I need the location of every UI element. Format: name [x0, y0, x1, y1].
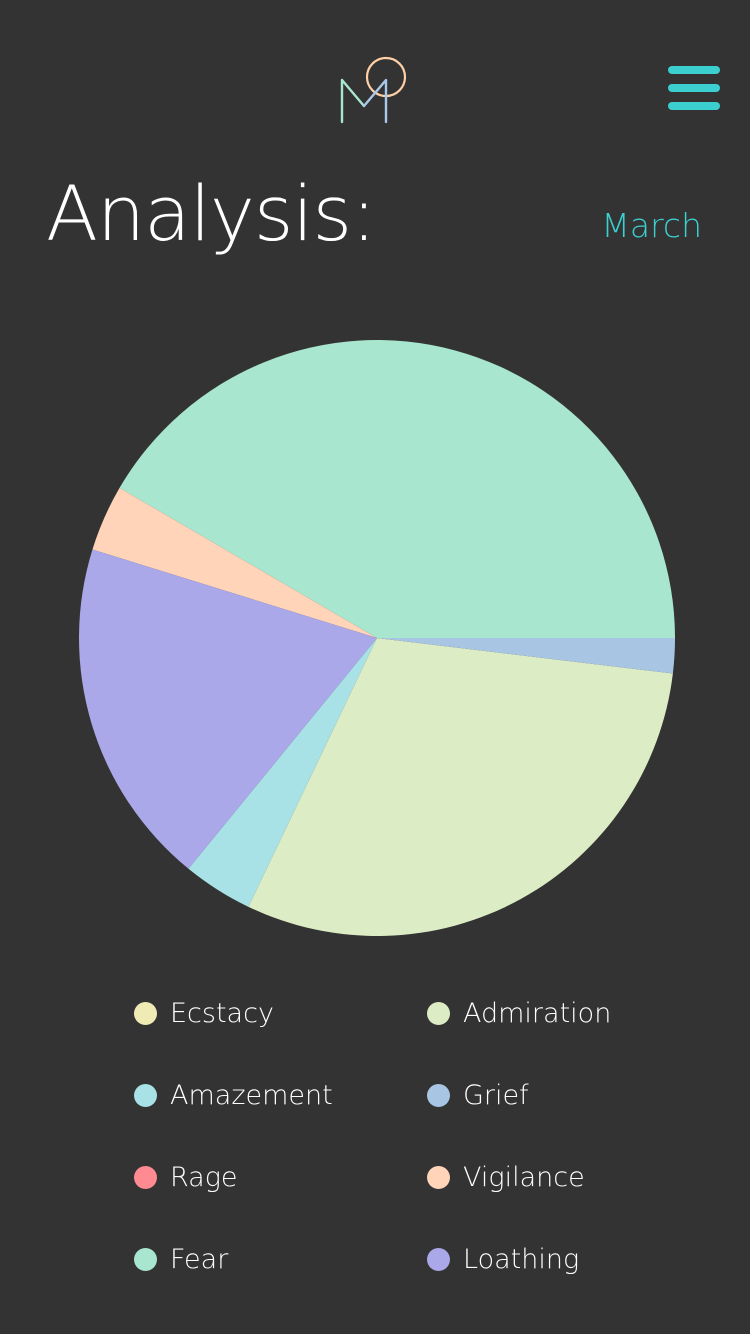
legend-label: Fear [170, 1243, 229, 1275]
hamburger-menu-icon-middle [668, 84, 720, 92]
legend-item-vigilance: Vigilance [427, 1152, 654, 1202]
legend-dot-icon [134, 1247, 157, 1271]
legend-item-amazement: Amazement [134, 1070, 427, 1120]
legend-label: Grief [463, 1079, 529, 1111]
legend-item-rage: Rage [134, 1152, 427, 1202]
chart-legend: Ecstacy Admiration Amazement Grief Rage Vigil… [134, 988, 654, 1316]
legend-label: Rage [170, 1161, 238, 1193]
legend-item-ecstacy: Ecstacy [134, 988, 427, 1038]
legend-item-grief: Grief [427, 1070, 654, 1120]
page-title: Analysis: [46, 169, 377, 258]
legend-dot-icon [427, 1247, 450, 1271]
legend-label: Amazement [170, 1079, 333, 1111]
legend-dot-icon [427, 1001, 450, 1025]
legend-label: Admiration [463, 997, 612, 1029]
legend-item-fear: Fear [134, 1234, 427, 1284]
hamburger-menu-icon [668, 66, 720, 74]
legend-item-admiration: Admiration [427, 988, 654, 1038]
legend-dot-icon [134, 1001, 157, 1025]
legend-dot-icon [134, 1165, 157, 1189]
hamburger-menu-icon-bottom [668, 102, 720, 110]
legend-dot-icon [134, 1083, 157, 1107]
monogram-mo-logo-icon [340, 56, 407, 124]
legend-dot-icon [427, 1083, 450, 1107]
legend-item-loathing: Loathing [427, 1234, 654, 1284]
legend-label: Loathing [463, 1243, 580, 1275]
hamburger-menu-button[interactable] [668, 66, 720, 114]
legend-dot-icon [427, 1165, 450, 1189]
month-selector[interactable]: March [601, 204, 702, 248]
legend-label: Ecstacy [170, 997, 274, 1029]
legend-label: Vigilance [463, 1161, 585, 1193]
